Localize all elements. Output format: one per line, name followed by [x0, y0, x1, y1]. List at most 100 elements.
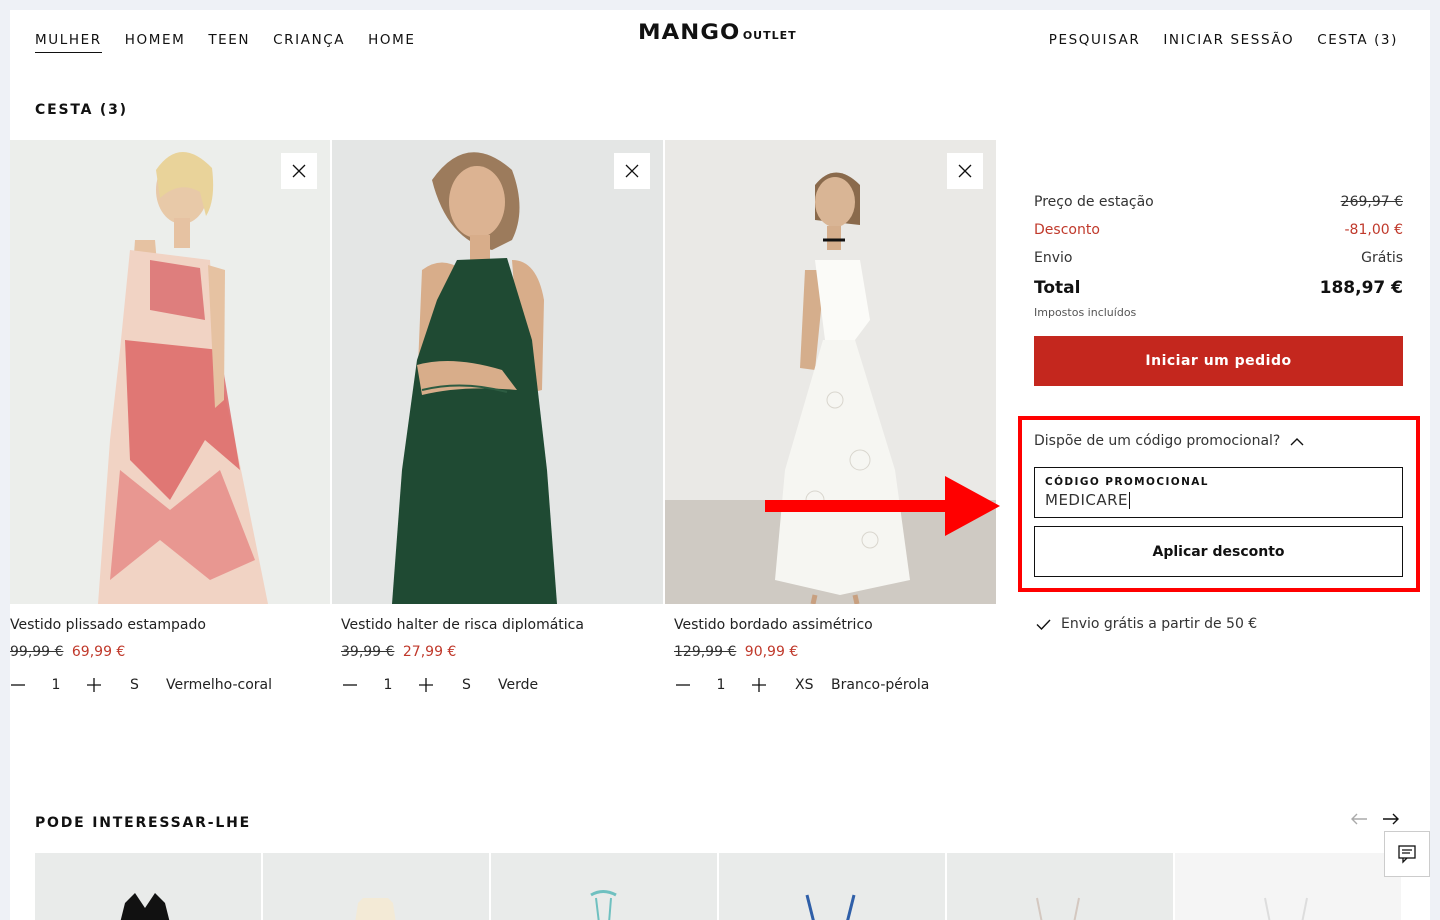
- close-icon: [958, 164, 972, 178]
- apply-discount-button[interactable]: Aplicar desconto: [1034, 526, 1403, 577]
- product-name[interactable]: Vestido halter de risca diplomática: [341, 617, 584, 633]
- minus-icon: [11, 684, 25, 686]
- red-arrow-annotation: [765, 476, 1000, 536]
- remove-item-button[interactable]: [614, 153, 650, 189]
- plus-icon: [87, 678, 101, 692]
- size-value[interactable]: S: [130, 677, 166, 693]
- nav-item-homem[interactable]: HOMEM: [125, 32, 186, 53]
- nav-item-teen[interactable]: TEEN: [208, 32, 250, 53]
- product-prices: 99,99 € 69,99 €: [10, 644, 125, 660]
- logo-main: MANGO: [638, 20, 741, 44]
- minus-icon: [343, 684, 357, 686]
- product-prices: 39,99 € 27,99 €: [341, 644, 456, 660]
- product-prices: 129,99 € 90,99 €: [674, 644, 798, 660]
- nav-item-home[interactable]: HOME: [368, 32, 415, 53]
- shipping-row: Envio Grátis: [1034, 244, 1403, 272]
- item-controls: 1 XS Branco-pérola: [675, 677, 929, 693]
- quantity-value: 1: [383, 677, 393, 693]
- quantity-value: 1: [51, 677, 61, 693]
- account-nav: PESQUISAR INICIAR SESSÃO CESTA (3): [1049, 32, 1398, 48]
- promo-code-field[interactable]: CÓDIGO PROMOCIONAL MEDICARE: [1034, 467, 1403, 518]
- reco-card[interactable]: [35, 853, 261, 920]
- order-summary: Preço de estação 269,97 € Desconto -81,0…: [1034, 188, 1403, 319]
- cart-item: Vestido halter de risca diplomática 39,9…: [332, 140, 663, 693]
- product-thumbnail: [1036, 897, 1080, 920]
- promo-code-label: CÓDIGO PROMOCIONAL: [1045, 476, 1209, 488]
- shipping-value: Grátis: [1361, 250, 1403, 266]
- product-thumbnail: [805, 894, 856, 920]
- remove-item-button[interactable]: [281, 153, 317, 189]
- page: MULHER HOMEM TEEN CRIANÇA HOME MANGO OUT…: [10, 10, 1430, 920]
- main-nav: MULHER HOMEM TEEN CRIANÇA HOME: [35, 32, 415, 53]
- increase-qty-button[interactable]: [418, 677, 434, 693]
- dress-figure: [392, 152, 557, 604]
- reco-card[interactable]: [947, 853, 1173, 920]
- promo-toggle-label: Dispõe de um código promocional?: [1034, 433, 1281, 449]
- checkout-button[interactable]: Iniciar um pedido: [1034, 336, 1403, 386]
- total-row: Total 188,97 €: [1034, 278, 1403, 298]
- quantity-value: 1: [716, 677, 726, 693]
- reco-card[interactable]: [491, 853, 717, 920]
- plus-icon: [752, 678, 766, 692]
- plus-icon: [419, 678, 433, 692]
- decrease-qty-button[interactable]: [675, 677, 691, 693]
- chat-button[interactable]: [1384, 831, 1430, 877]
- arrow-right-icon[interactable]: [1382, 810, 1400, 828]
- reco-card[interactable]: [719, 853, 945, 920]
- item-controls: 1 S Verde: [342, 677, 538, 693]
- arrow-left-icon[interactable]: [1350, 810, 1368, 828]
- item-controls: 1 S Vermelho-coral: [10, 677, 272, 693]
- product-thumbnail: [120, 893, 170, 920]
- promo-code-input[interactable]: MEDICARE: [1045, 491, 1392, 509]
- season-price-label: Preço de estação: [1034, 194, 1154, 210]
- nav-item-crianca[interactable]: CRIANÇA: [273, 32, 345, 53]
- old-price: 129,99 €: [674, 644, 737, 660]
- page-title: CESTA (3): [35, 102, 128, 118]
- discount-label: Desconto: [1034, 222, 1100, 238]
- reco-card[interactable]: [1175, 853, 1401, 920]
- product-image[interactable]: [10, 140, 330, 604]
- product-thumbnail: [590, 890, 617, 920]
- shipping-label: Envio: [1034, 250, 1073, 266]
- increase-qty-button[interactable]: [86, 677, 102, 693]
- sale-price: 90,99 €: [744, 644, 799, 660]
- season-price-value: 269,97 €: [1340, 194, 1403, 210]
- old-price: 39,99 €: [341, 644, 395, 660]
- product-thumbnail: [1264, 897, 1308, 920]
- size-value[interactable]: XS: [795, 677, 831, 693]
- product-thumbnail: [355, 898, 396, 920]
- promo-toggle[interactable]: Dispõe de um código promocional?: [1034, 433, 1304, 449]
- login-link[interactable]: INICIAR SESSÃO: [1163, 32, 1294, 48]
- product-image[interactable]: [332, 140, 663, 604]
- free-shipping-text: Envio grátis a partir de 50 €: [1061, 616, 1258, 632]
- product-name[interactable]: Vestido bordado assimétrico: [674, 617, 873, 633]
- discount-row: Desconto -81,00 €: [1034, 216, 1403, 244]
- cart-item: Vestido plissado estampado 99,99 € 69,99…: [10, 140, 330, 693]
- color-value[interactable]: Branco-pérola: [831, 677, 929, 693]
- nav-item-mulher[interactable]: MULHER: [35, 32, 102, 53]
- color-value[interactable]: Verde: [498, 677, 538, 693]
- decrease-qty-button[interactable]: [10, 677, 26, 693]
- reco-card[interactable]: [263, 853, 489, 920]
- color-value[interactable]: Vermelho-coral: [166, 677, 272, 693]
- free-shipping-note: Envio grátis a partir de 50 €: [1036, 616, 1257, 632]
- increase-qty-button[interactable]: [751, 677, 767, 693]
- chevron-up-icon: [1290, 437, 1304, 445]
- cart-link[interactable]: CESTA (3): [1317, 32, 1398, 48]
- carousel-controls: [1350, 810, 1400, 828]
- size-value[interactable]: S: [462, 677, 498, 693]
- dress-figure: [98, 151, 268, 604]
- recommendations-carousel: [35, 853, 1430, 920]
- product-name[interactable]: Vestido plissado estampado: [10, 617, 206, 633]
- sale-price: 27,99 €: [402, 644, 457, 660]
- search-link[interactable]: PESQUISAR: [1049, 32, 1141, 48]
- brand-logo[interactable]: MANGO OUTLET: [638, 20, 797, 44]
- decrease-qty-button[interactable]: [342, 677, 358, 693]
- chat-icon: [1398, 845, 1416, 864]
- recommendations-title: PODE INTERESSAR-LHE: [35, 815, 251, 831]
- remove-item-button[interactable]: [947, 153, 983, 189]
- minus-icon: [676, 684, 690, 686]
- check-icon: [1036, 619, 1051, 630]
- discount-value: -81,00 €: [1344, 222, 1404, 238]
- close-icon: [292, 164, 306, 178]
